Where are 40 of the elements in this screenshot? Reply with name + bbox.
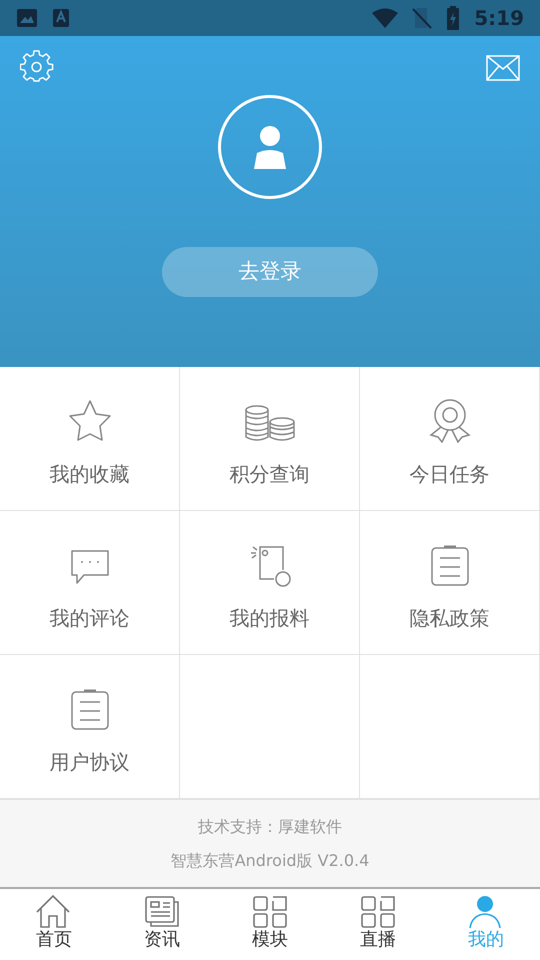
support-text: 技术支持：厚建软件	[198, 816, 342, 838]
menu-item[interactable]: 我的评论	[0, 511, 180, 655]
keyboard-icon	[52, 8, 70, 28]
medal-icon	[428, 398, 470, 442]
grid-icon	[252, 895, 288, 929]
home-icon	[36, 895, 72, 929]
tab[interactable]: 直播	[324, 889, 432, 960]
settings-icon[interactable]	[20, 50, 54, 84]
chat-icon	[70, 548, 110, 586]
image-icon	[16, 8, 38, 28]
clipboard-icon	[430, 544, 470, 586]
menu-item[interactable]: 我的收藏	[0, 367, 180, 511]
tab[interactable]: 首页	[0, 889, 108, 960]
menu-item[interactable]: 积分查询	[180, 367, 360, 511]
version-text: 智慧东营Android版 V2.0.4	[170, 850, 370, 872]
menu-label: 今日任务	[410, 460, 490, 488]
clock: 5:19	[474, 5, 524, 32]
menu-label: 我的评论	[50, 604, 130, 632]
menu-label: 我的报料	[230, 604, 310, 632]
menu-label: 隐私政策	[410, 604, 490, 632]
phone-camera-icon	[248, 544, 290, 586]
newspaper-icon	[144, 895, 180, 929]
menu-label: 用户协议	[50, 748, 130, 776]
mail-icon[interactable]	[486, 55, 520, 81]
menu-label: 我的收藏	[50, 460, 130, 488]
battery-icon	[446, 6, 460, 30]
grid-icon	[360, 895, 396, 929]
clipboard-icon	[70, 688, 110, 730]
no-sim-icon	[412, 7, 432, 29]
menu-item[interactable]: 隐私政策	[360, 511, 540, 655]
tab[interactable]: 资讯	[108, 889, 216, 960]
tab[interactable]: 模块	[216, 889, 324, 960]
coins-icon	[244, 404, 294, 442]
menu-item[interactable]: 今日任务	[360, 367, 540, 511]
avatar[interactable]	[218, 95, 322, 199]
menu-label: 积分查询	[230, 460, 310, 488]
wifi-icon	[372, 8, 398, 28]
person-icon	[468, 895, 504, 929]
star-icon	[68, 398, 112, 442]
menu-item[interactable]: 我的报料	[180, 511, 360, 655]
